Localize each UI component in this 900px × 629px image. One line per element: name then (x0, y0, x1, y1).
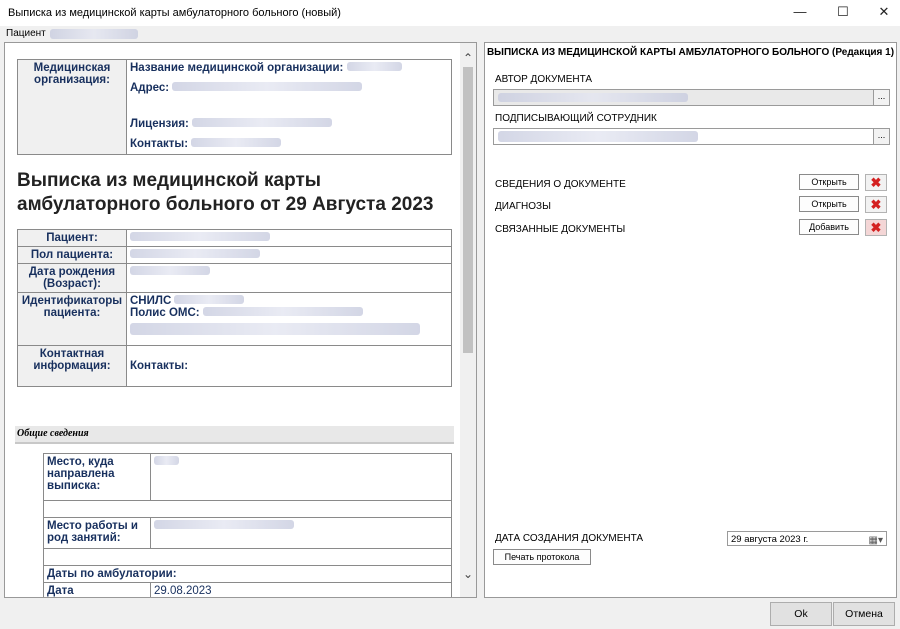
ok-button[interactable]: Ok (770, 602, 832, 626)
author-select-button[interactable]: ... (873, 90, 889, 105)
redacted-value (130, 232, 270, 241)
oms-label: Полис ОМС: (130, 307, 200, 319)
signer-label: ПОДПИСЫВАЮЩИЙ СОТРУДНИК (495, 113, 657, 124)
sex-label: Пол пациента: (17, 246, 127, 264)
patient-value (126, 229, 452, 247)
ids-label: Идентификаторы пациента: (17, 292, 127, 346)
cancel-button[interactable]: Отмена (833, 602, 895, 626)
org-license-row: Лицензия: (126, 116, 452, 136)
dialog-footer: Ok Отмена (0, 598, 900, 629)
redacted-value (130, 323, 420, 335)
dates-label: Даты по амбулатории: (43, 565, 452, 583)
section-general-title: Общие сведения (15, 426, 454, 444)
org-label: Медицинская организация: (17, 59, 127, 155)
redacted-value (498, 131, 698, 142)
org-name-label: Название медицинской организации: (130, 62, 344, 74)
signer-select-button[interactable]: ... (873, 129, 889, 144)
contact-info-value: Контакты: (126, 345, 452, 387)
created-date-label: ДАТА СОЗДАНИЯ ДОКУМЕНТА (495, 533, 644, 544)
author-label: АВТОР ДОКУМЕНТА (495, 74, 593, 85)
diagnoses-open-button[interactable]: Открыть (799, 196, 859, 212)
title-bar: Выписка из медицинской карты амбулаторно… (0, 0, 900, 26)
dob-label: Дата рождения (Возраст): (17, 263, 127, 293)
document-form-pane: ВЫПИСКА ИЗ МЕДИЦИНСКОЙ КАРТЫ АМБУЛАТОРНО… (484, 42, 897, 598)
document-heading: Выписка из медицинской карты амбулаторно… (17, 170, 434, 215)
calendar-icon[interactable]: ▦▾ (869, 533, 883, 548)
redacted-value (172, 82, 363, 91)
patient-label-cell: Пациент: (17, 229, 127, 247)
signer-field[interactable]: ... (493, 128, 890, 145)
redacted-value (346, 62, 402, 71)
date-value: 29.08.2023 (150, 582, 452, 597)
related-docs-add-button[interactable]: Добавить (799, 219, 859, 235)
org-address-row: Адрес: (126, 80, 452, 116)
doc-info-label: СВЕДЕНИЯ О ДОКУМЕНТЕ (495, 179, 626, 190)
destination-value (150, 453, 452, 501)
window-title: Выписка из медицинской карты амбулаторно… (8, 7, 341, 19)
redacted-value (192, 118, 333, 127)
patient-label: Пациент (6, 28, 46, 39)
redacted-patient-name (50, 29, 138, 39)
minimize-button[interactable]: — (780, 0, 820, 26)
scroll-thumb[interactable] (463, 67, 473, 353)
org-name-row: Название медицинской организации: (126, 59, 452, 80)
redacted-value (498, 93, 688, 102)
ids-value: СНИЛС Полис ОМС: (126, 292, 452, 346)
doc-info-delete-icon[interactable]: ✖ (865, 174, 887, 191)
redacted-value (154, 520, 294, 529)
general-table: Место, куда направлена выписка: Место ра… (43, 453, 452, 597)
redacted-value (174, 295, 245, 304)
maximize-button[interactable]: ☐ (823, 0, 863, 26)
author-field[interactable]: ... (493, 89, 890, 106)
date-label: Дата (43, 582, 151, 597)
redacted-value (202, 307, 363, 316)
created-date-value: 29 августа 2023 г. (731, 534, 809, 545)
org-contacts-label: Контакты: (130, 138, 189, 150)
org-address-label: Адрес: (130, 82, 170, 94)
related-docs-delete-icon[interactable]: ✖ (865, 219, 887, 236)
spacer-row (43, 548, 452, 566)
org-license-label: Лицензия: (130, 118, 189, 130)
form-header: ВЫПИСКА ИЗ МЕДИЦИНСКОЙ КАРТЫ АМБУЛАТОРНО… (486, 47, 895, 58)
created-date-picker[interactable]: 29 августа 2023 г. ▦▾ (727, 531, 887, 546)
print-protocol-button[interactable]: Печать протокола (493, 549, 591, 565)
redacted-value (130, 249, 260, 258)
close-button[interactable]: ✕ (864, 0, 900, 26)
patient-table: Пациент: Пол пациента: Дата рождения (Во… (17, 229, 452, 387)
diagnoses-delete-icon[interactable]: ✖ (865, 196, 887, 213)
work-value (150, 517, 452, 549)
vertical-scrollbar[interactable]: ⌃ ⌄ (460, 43, 476, 597)
destination-label: Место, куда направлена выписка: (43, 453, 151, 501)
related-docs-label: СВЯЗАННЫЕ ДОКУМЕНТЫ (495, 224, 626, 235)
patient-bar: Пациент (0, 26, 900, 42)
redacted-value (154, 456, 179, 465)
scroll-up-icon[interactable]: ⌃ (463, 51, 473, 65)
document-preview-pane[interactable]: Медицинская организация: Название медици… (4, 42, 477, 598)
dob-value (126, 263, 452, 293)
snils-label: СНИЛС (130, 295, 172, 307)
diagnoses-label: ДИАГНОЗЫ (495, 201, 551, 212)
sex-value (126, 246, 452, 264)
org-contacts-row: Контакты: (126, 136, 452, 155)
organization-table: Медицинская организация: Название медици… (17, 59, 452, 155)
redacted-value (191, 138, 282, 147)
redacted-value (130, 266, 210, 275)
work-label: Место работы и род занятий: (43, 517, 151, 549)
contact-info-label: Контактная информация: (17, 345, 127, 387)
doc-info-open-button[interactable]: Открыть (799, 174, 859, 190)
spacer-row (43, 500, 452, 518)
scroll-down-icon[interactable]: ⌄ (463, 567, 473, 581)
